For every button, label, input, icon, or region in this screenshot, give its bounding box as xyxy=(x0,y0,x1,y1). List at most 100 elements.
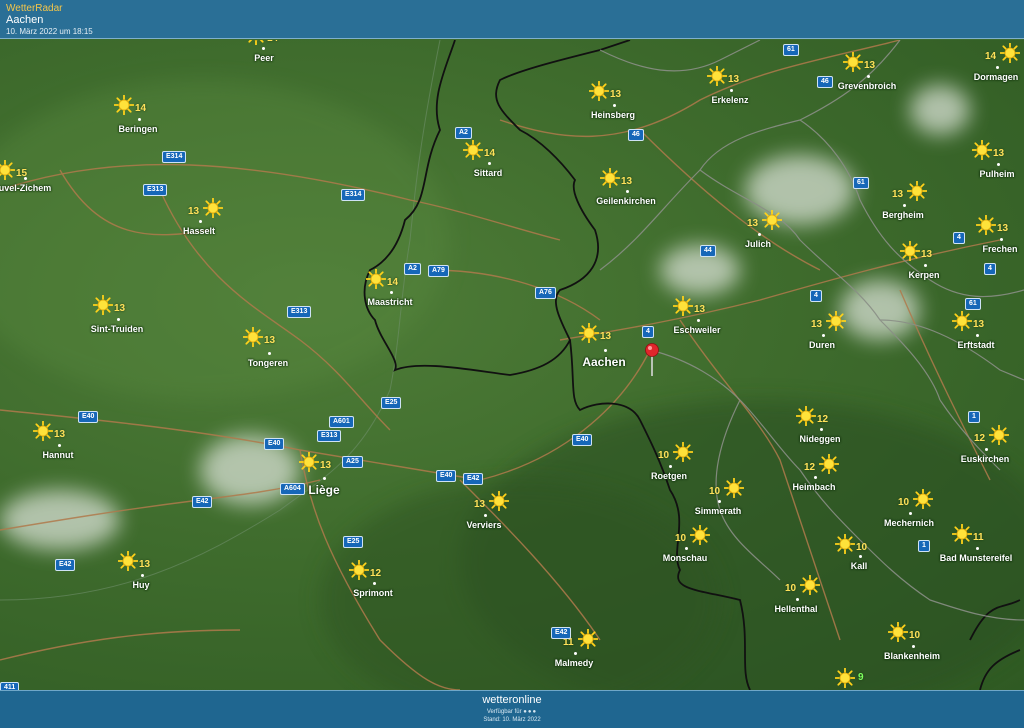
city-label[interactable]: Huy xyxy=(132,580,149,590)
city-label[interactable]: Hellenthal xyxy=(774,604,817,614)
city-dot xyxy=(138,118,141,121)
temperature: 12 xyxy=(974,433,986,444)
temperature: 9 xyxy=(858,672,864,683)
city-label[interactable]: Julich xyxy=(745,239,771,249)
city-label[interactable]: Roetgen xyxy=(651,471,687,481)
weather-map[interactable]: 14Peer14Beringen15uvel-Zichem13Hasselt13… xyxy=(0,40,1024,690)
temperature: 10 xyxy=(709,486,721,497)
availability-note: Verfügbar für ●●● xyxy=(0,709,1024,715)
city-label[interactable]: Grevenbroich xyxy=(838,81,897,91)
city-label[interactable]: Heimbach xyxy=(792,482,835,492)
road-badge: E40 xyxy=(572,434,593,446)
city-dot xyxy=(141,574,144,577)
city-label[interactable]: Simmerath xyxy=(695,506,742,516)
city-dot xyxy=(796,598,799,601)
temperature: 10 xyxy=(898,497,910,508)
sun-icon xyxy=(248,40,264,45)
city-label[interactable]: Malmedy xyxy=(555,658,594,668)
city-label[interactable]: Bad Munstereifel xyxy=(940,553,1013,563)
temperature: 13 xyxy=(728,74,740,85)
sun-icon xyxy=(762,210,782,230)
temperature: 14 xyxy=(387,277,399,288)
city-label[interactable]: Heinsberg xyxy=(591,110,635,120)
platform-dots-icon: ●●● xyxy=(523,709,538,715)
map-pin-icon[interactable] xyxy=(644,343,660,377)
city-label[interactable]: Sint-Truiden xyxy=(91,324,144,334)
city-label[interactable]: Geilenkirchen xyxy=(596,196,656,206)
city-label[interactable]: uvel-Zichem xyxy=(0,183,51,193)
road-badge: E313 xyxy=(143,184,168,196)
sun-icon xyxy=(989,425,1009,445)
city-dot xyxy=(822,334,825,337)
temperature: 13 xyxy=(610,89,622,100)
temperature: 13 xyxy=(600,331,612,342)
city-label[interactable]: Liège xyxy=(308,483,339,497)
timestamp: 10. März 2022 um 18:15 xyxy=(6,27,93,36)
city-label[interactable]: Kall xyxy=(851,561,868,571)
city-label[interactable]: Mechernich xyxy=(884,518,934,528)
app-header: WetterRadar Aachen 10. März 2022 um 18:1… xyxy=(0,0,1024,39)
city-label[interactable]: Pulheim xyxy=(979,169,1014,179)
city-label[interactable]: Kerpen xyxy=(908,270,939,280)
city-dot xyxy=(758,233,761,236)
sun-icon xyxy=(33,421,53,441)
city-label[interactable]: Erftstadt xyxy=(957,340,994,350)
city-label[interactable]: Erkelenz xyxy=(711,95,748,105)
location-title[interactable]: Aachen xyxy=(6,14,43,26)
temperature: 13 xyxy=(320,460,332,471)
city-label[interactable]: Sprimont xyxy=(353,588,393,598)
city-label[interactable]: Euskirchen xyxy=(961,454,1010,464)
road-badge: A2 xyxy=(455,127,472,139)
city-dot xyxy=(814,476,817,479)
temperature: 13 xyxy=(114,303,126,314)
city-label[interactable]: Frechen xyxy=(982,244,1017,254)
temperature: 13 xyxy=(864,60,876,71)
sun-icon xyxy=(589,81,609,101)
sun-icon xyxy=(900,241,920,261)
sun-icon xyxy=(673,442,693,462)
city-label[interactable]: Peer xyxy=(254,53,274,63)
temperature: 13 xyxy=(973,319,985,330)
road-badge: 61 xyxy=(783,44,799,56)
temperature: 13 xyxy=(892,189,904,200)
city-label[interactable]: Eschweiler xyxy=(673,325,720,335)
city-label[interactable]: Duren xyxy=(809,340,835,350)
city-label[interactable]: Hasselt xyxy=(183,226,215,236)
city-label[interactable]: Tongeren xyxy=(248,358,288,368)
sun-icon xyxy=(843,52,863,72)
city-label[interactable]: Hannut xyxy=(43,450,74,460)
sun-icon xyxy=(118,551,138,571)
city-dot xyxy=(730,89,733,92)
wetteronline-logo[interactable]: wetteronline xyxy=(0,694,1024,706)
temperature: 10 xyxy=(675,533,687,544)
city-label[interactable]: Beringen xyxy=(118,124,157,134)
city-label[interactable]: Nideggen xyxy=(799,434,840,444)
city-label[interactable]: Dormagen xyxy=(974,72,1019,82)
temperature: 14 xyxy=(135,103,147,114)
road-badge: E42 xyxy=(463,473,484,485)
sun-icon xyxy=(707,66,727,86)
city-label[interactable]: Verviers xyxy=(466,520,501,530)
sun-icon xyxy=(463,140,483,160)
city-label[interactable]: Blankenheim xyxy=(884,651,940,661)
city-dot xyxy=(626,190,629,193)
city-label[interactable]: Aachen xyxy=(582,355,625,369)
city-dot xyxy=(323,477,326,480)
city-dot xyxy=(859,555,862,558)
road-badge: 4 xyxy=(810,290,822,302)
sun-icon xyxy=(114,95,134,115)
city-label[interactable]: Monschau xyxy=(663,553,708,563)
temperature: 12 xyxy=(817,414,829,425)
city-dot xyxy=(613,104,616,107)
city-label[interactable]: Bergheim xyxy=(882,210,924,220)
road-badge: 1 xyxy=(968,411,980,423)
city-dot xyxy=(685,547,688,550)
road-badge: 4 xyxy=(642,326,654,338)
temperature: 13 xyxy=(997,223,1009,234)
sun-icon xyxy=(489,491,509,511)
sun-icon xyxy=(888,622,908,642)
temperature: 10 xyxy=(658,450,670,461)
city-dot xyxy=(199,220,202,223)
city-label[interactable]: Maastricht xyxy=(367,297,412,307)
city-label[interactable]: Sittard xyxy=(474,168,503,178)
